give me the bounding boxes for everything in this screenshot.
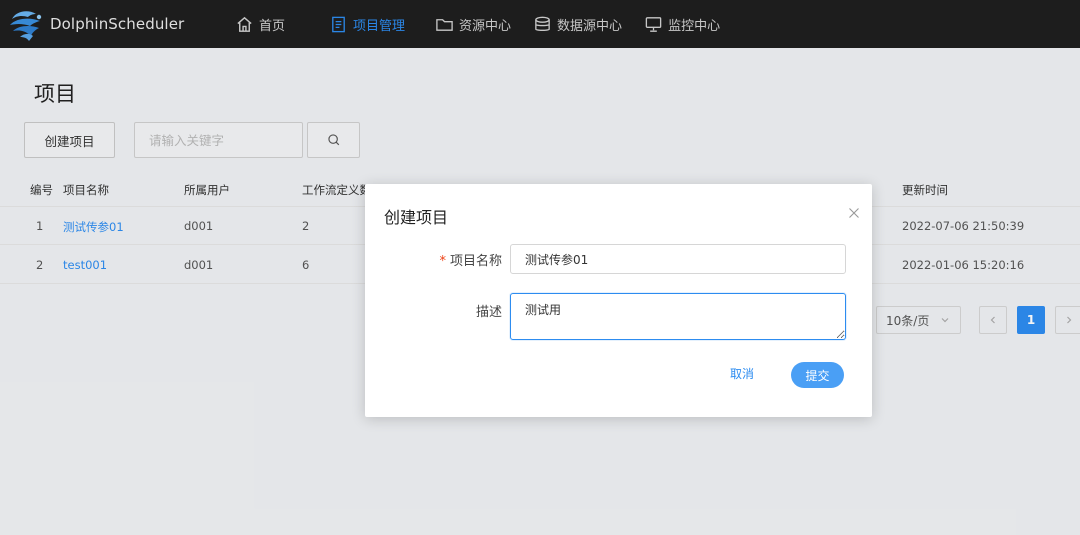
dialog-title: 创建项目 [384, 208, 449, 227]
create-project-dialog: 创建项目 *项目名称 描述 测试用 取消 提交 [365, 184, 872, 417]
close-icon[interactable] [848, 207, 860, 219]
project-name-label-text: 项目名称 [449, 254, 502, 269]
description-field[interactable]: 测试用 [510, 293, 846, 340]
cancel-button[interactable]: 取消 [730, 365, 754, 382]
description-label: 描述 [475, 305, 502, 320]
required-mark: * [439, 254, 446, 269]
project-name-field[interactable] [510, 244, 846, 274]
submit-button[interactable]: 提交 [791, 362, 844, 388]
project-name-label: * 项目名称 [425, 250, 502, 269]
